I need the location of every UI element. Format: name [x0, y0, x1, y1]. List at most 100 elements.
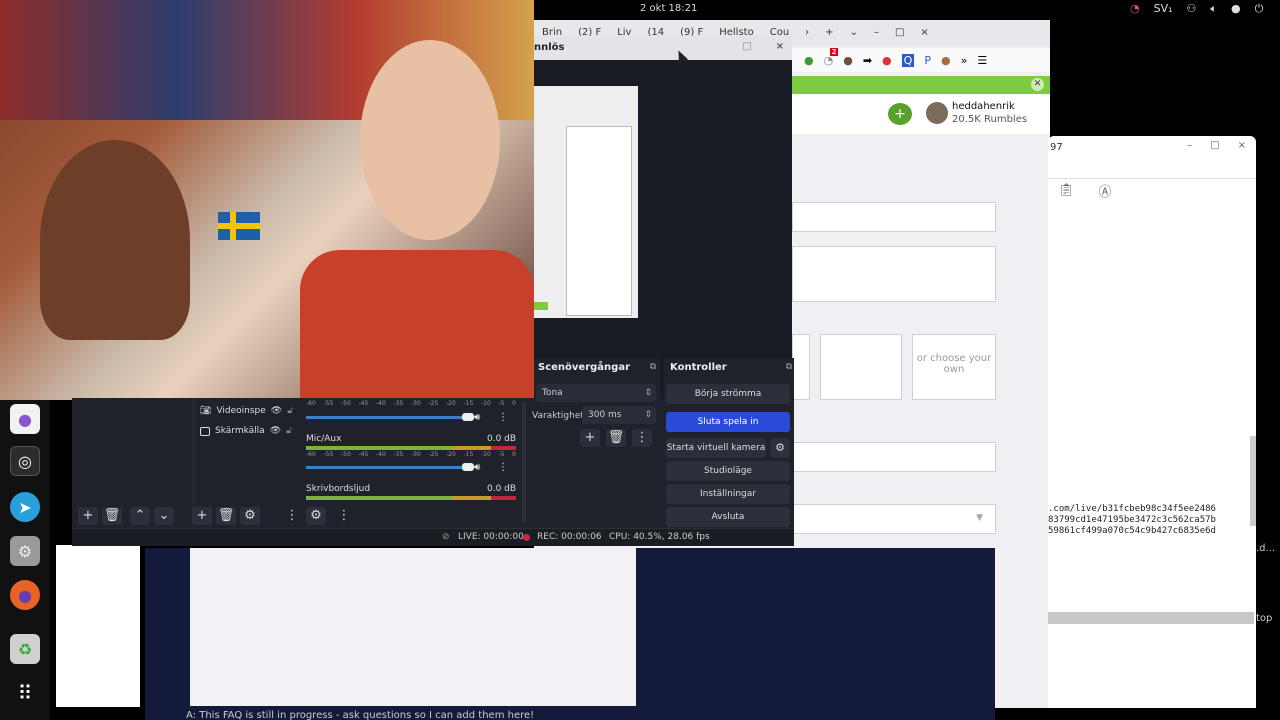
network-icon[interactable]: ⚇: [1187, 2, 1197, 16]
close-button[interactable]: ×: [912, 20, 936, 46]
horizontal-scrollbar[interactable]: [1048, 612, 1254, 624]
speaker-icon[interactable]: 🔊︎: [474, 462, 480, 473]
badge-count-icon[interactable]: ◔ 2: [824, 47, 839, 67]
microphone-icon[interactable]: ●: [1231, 2, 1241, 16]
recording-indicator-icon[interactable]: ◔: [1130, 2, 1140, 16]
gear-icon[interactable]: ⚙: [10, 536, 40, 566]
cpu-fps: CPU: 40.5%, 28.06 fps: [609, 532, 710, 542]
start-streaming-button[interactable]: Börja strömma: [666, 384, 790, 404]
exit-button[interactable]: Avsluta: [666, 507, 790, 527]
close-button[interactable]: ×: [776, 41, 784, 52]
advanced-audio-button[interactable]: ⚙: [306, 507, 326, 525]
username[interactable]: heddahenrik: [952, 101, 1015, 112]
unlock-icon[interactable]: 🔓︎: [286, 426, 292, 436]
title-input[interactable]: [792, 202, 996, 232]
scale-tick: -55: [323, 400, 334, 407]
monkey-icon[interactable]: ●: [941, 54, 951, 67]
source-properties-button[interactable]: ⚙: [240, 507, 260, 525]
eye-icon[interactable]: 👁︎: [271, 406, 282, 416]
add-source-button[interactable]: +: [192, 507, 212, 525]
more-options-icon[interactable]: ⋮: [498, 412, 508, 423]
transition-menu-button[interactable]: ⋮: [632, 429, 652, 447]
scale-tick: -50: [341, 451, 351, 458]
avatar[interactable]: [926, 102, 948, 124]
category-select[interactable]: ▼: [792, 504, 996, 534]
speaker-icon[interactable]: 🔊︎: [474, 412, 480, 423]
tags-input[interactable]: [792, 442, 996, 472]
eye-icon[interactable]: 👁︎: [270, 426, 281, 436]
maximize-button[interactable]: □: [887, 20, 912, 46]
go-live-camera-button[interactable]: +: [888, 103, 912, 125]
add-scene-button[interactable]: +: [78, 507, 98, 525]
move-down-button[interactable]: ⌄: [154, 507, 174, 525]
thumbnail-option[interactable]: [820, 334, 902, 400]
volume-slider[interactable]: [306, 413, 474, 421]
q-icon[interactable]: Q: [901, 53, 915, 67]
obs-icon[interactable]: ◎: [10, 446, 40, 476]
status-bar: ⊘ LIVE: 00:00:00 REC: 00:00:06 CPU: 40.5…: [72, 528, 794, 546]
close-icon[interactable]: ✕: [1031, 78, 1044, 91]
trash-icon[interactable]: ♻: [10, 634, 40, 664]
maximize-button[interactable]: □: [1210, 140, 1219, 151]
move-up-button[interactable]: ⌃: [130, 507, 150, 525]
find-icon[interactable]: Ⓐ: [1099, 181, 1112, 200]
maximize-button[interactable]: □: [743, 41, 752, 52]
stop-icon[interactable]: ●: [882, 54, 892, 67]
more-options-icon[interactable]: ⋮: [498, 462, 508, 473]
grid-icon[interactable]: ⠿: [10, 678, 40, 708]
source-item[interactable]: Skärmkälla 👁︎ 🔓︎: [200, 422, 292, 440]
keyboard-layout[interactable]: SV₁: [1154, 2, 1173, 16]
minimize-button[interactable]: –: [1187, 140, 1192, 151]
system-tray[interactable]: ◔ SV₁ ⚇ 🔈︎ ● ⏻: [1130, 2, 1263, 16]
clock[interactable]: 2 okt 18:21: [640, 3, 697, 14]
choose-thumbnail-button[interactable]: or choose your own: [912, 334, 996, 400]
thumbnail-option[interactable]: [792, 334, 810, 400]
scale-tick: -10: [481, 400, 491, 407]
channel-name: Mic/Aux: [306, 434, 342, 444]
power-icon[interactable]: ⏻: [1255, 2, 1264, 16]
remove-transition-button[interactable]: 🗑︎: [606, 429, 626, 447]
paste-icon[interactable]: 📋︎: [1058, 183, 1075, 198]
source-item[interactable]: 📷︎ Videoinspe 👁︎ 🔓︎: [200, 402, 293, 420]
preview-canvas[interactable]: [534, 86, 638, 318]
virtual-camera-settings-icon[interactable]: ⚙: [770, 438, 790, 458]
remove-source-button[interactable]: 🗑︎: [216, 507, 236, 525]
settings-button[interactable]: Inställningar: [666, 484, 790, 504]
extension-icon[interactable]: ●: [804, 54, 814, 67]
firefox-icon[interactable]: ●: [10, 580, 40, 610]
scale-tick: -25: [428, 451, 439, 458]
tab-list-button[interactable]: ⌄: [842, 20, 866, 46]
stop-recording-button[interactable]: Sluta spela in: [666, 412, 790, 432]
undock-icon[interactable]: ⧉: [650, 362, 656, 372]
close-button[interactable]: ×: [1238, 140, 1246, 151]
source-name: Skärmkälla: [215, 426, 265, 436]
rec-timer: REC: 00:00:06: [537, 532, 602, 542]
editor-text[interactable]: .com/live/b31fcbeb98c34f5ee2486 83799cd1…: [1048, 504, 1216, 537]
user-header: + heddahenrik 20.5K Rumbles: [792, 94, 1050, 134]
remove-scene-button[interactable]: 🗑︎: [102, 507, 122, 525]
description-input[interactable]: [792, 246, 996, 302]
tab-scroll-right-button[interactable]: ›: [797, 20, 817, 46]
mixer-scrollbar[interactable]: [522, 402, 526, 522]
arrow-icon[interactable]: ➡: [863, 54, 872, 67]
volume-icon[interactable]: 🔈︎: [1210, 2, 1217, 16]
add-transition-button[interactable]: +: [580, 429, 600, 447]
studio-mode-button[interactable]: Studioläge: [666, 461, 790, 481]
undock-icon[interactable]: ⧉: [786, 362, 792, 372]
duration-input[interactable]: 300 ms ⇕: [582, 406, 656, 424]
transition-select[interactable]: Tona ⇕: [536, 384, 656, 402]
camera-lens-icon[interactable]: ●: [10, 404, 40, 434]
menu-icon[interactable]: ☰: [977, 54, 987, 67]
overflow-icon[interactable]: »: [961, 54, 968, 67]
more-options-button[interactable]: ⋮: [282, 507, 302, 525]
volume-slider[interactable]: [306, 463, 474, 471]
telegram-icon[interactable]: ➤: [10, 492, 40, 522]
p-icon[interactable]: P: [924, 54, 931, 67]
start-virtual-camera-button[interactable]: Starta virtuell kamera: [666, 438, 766, 458]
new-tab-button[interactable]: +: [817, 20, 841, 46]
scale-tick: -15: [463, 400, 474, 407]
cookie-icon[interactable]: ●: [843, 54, 853, 67]
unlock-icon[interactable]: 🔓︎: [287, 406, 293, 416]
minimize-button[interactable]: –: [866, 20, 887, 46]
mixer-menu-button[interactable]: ⋮: [334, 507, 354, 525]
